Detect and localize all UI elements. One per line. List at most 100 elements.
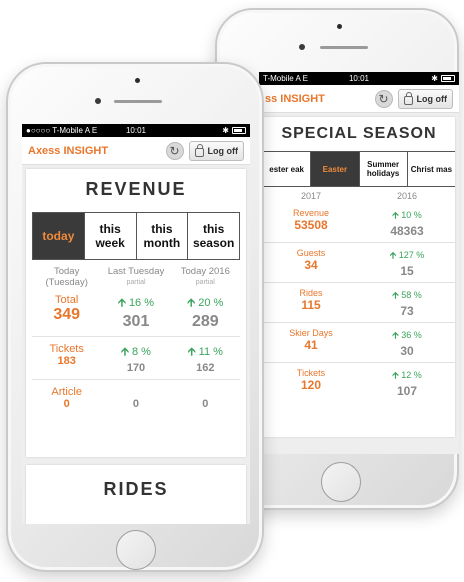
table-row: Article 0 0 0 <box>32 380 240 415</box>
home-button[interactable] <box>321 462 361 502</box>
metric-change: 10 % <box>401 210 422 220</box>
earpiece-speaker <box>320 46 368 49</box>
metric-value: 349 <box>53 306 81 323</box>
tab-ester-eak[interactable]: ester eak <box>263 152 310 186</box>
proximity-sensor <box>135 78 140 83</box>
metric-previous: 73 <box>400 304 414 318</box>
metric-label: Skier Days <box>289 328 333 338</box>
metric-compare: 170 <box>126 362 146 374</box>
metric-label: Tickets <box>49 343 84 355</box>
app-title: ss INSIGHT <box>265 92 325 105</box>
rides-card: RIDES <box>26 465 246 524</box>
arrow-up-icon: 🡩 <box>392 330 399 340</box>
earpiece-speaker <box>114 100 162 103</box>
home-button[interactable] <box>116 530 156 570</box>
status-time: 10:01 <box>125 126 147 135</box>
arrow-up-icon: 🡩 <box>121 346 129 358</box>
status-bar: ●○○○○ T-Mobile A E 10:01 ✱ <box>22 124 250 137</box>
front-phone-screen: ●○○○○ T-Mobile A E 10:01 ✱ Axess INSIGHT… <box>22 124 250 524</box>
tab-today[interactable]: today <box>33 213 84 259</box>
metric-label: Rides <box>299 288 323 298</box>
table-row: Skier Days 41 🡩 36 % 30 <box>263 323 455 363</box>
metric-label: Total <box>55 294 79 306</box>
table-row: Rides 115 🡩 58 % 73 <box>263 283 455 323</box>
special-season-card: SPECIAL SEASON ester eak Easter Summer h… <box>263 117 455 437</box>
metric-label: Guests <box>296 248 326 258</box>
metric-previous: 107 <box>396 384 418 398</box>
tab-christmas[interactable]: Christ mas <box>406 152 455 186</box>
log-off-button[interactable]: Log off <box>188 140 244 161</box>
tab-this-week[interactable]: this week <box>83 213 136 259</box>
log-off-label: Log off <box>207 145 239 156</box>
table-row: Tickets 183 🡩 8 % 170 🡩 11 % 162 <box>32 337 240 380</box>
front-phone: ●○○○○ T-Mobile A E 10:01 ✱ Axess INSIGHT… <box>6 62 264 572</box>
front-camera <box>299 44 305 50</box>
year-previous: 2016 <box>396 191 418 201</box>
battery-icon <box>441 75 455 82</box>
tab-summer-holidays[interactable]: Summer holidays <box>358 152 407 186</box>
metric-compare: 301 <box>122 313 150 330</box>
app-content[interactable]: REVENUE today this week this month this … <box>22 165 250 524</box>
metric-previous: 30 <box>400 344 414 358</box>
year-header: 2017 2016 <box>263 187 455 203</box>
metric-change: 16 % <box>128 297 155 309</box>
metric-compare: 289 <box>191 313 219 330</box>
metric-change: 20 % <box>198 297 224 309</box>
column-header: Today 2016 partial <box>180 266 230 286</box>
metric-label: Tickets <box>296 368 326 378</box>
tab-this-season[interactable]: this season <box>187 213 239 259</box>
metric-change: 8 % <box>131 346 151 358</box>
metric-value: 53508 <box>294 218 328 232</box>
metric-compare: 0 <box>132 398 140 410</box>
metric-label: Revenue <box>292 208 330 218</box>
table-row: Total 349 🡩 16 % 301 🡩 20 % 289 <box>32 288 240 337</box>
period-tabs: today this week this month this season <box>32 212 240 260</box>
arrow-up-icon: 🡩 <box>392 210 399 220</box>
app-content[interactable]: SPECIAL SEASON ester eak Easter Summer h… <box>259 113 459 454</box>
battery-icon <box>232 127 246 134</box>
metric-label: Article <box>51 386 82 398</box>
log-off-label: Log off <box>416 93 448 104</box>
arrow-up-icon: 🡩 <box>187 297 196 309</box>
table-row: Guests 34 🡩 127 % 15 <box>263 243 455 283</box>
tab-easter[interactable]: Easter <box>310 152 359 186</box>
arrow-up-icon: 🡩 <box>392 370 399 380</box>
section-title-rides: RIDES <box>103 479 169 499</box>
tab-this-month[interactable]: this month <box>135 213 188 259</box>
metric-value: 183 <box>57 355 76 367</box>
metric-value: 115 <box>301 298 321 312</box>
back-phone-screen: T-Mobile A E 10:01 ✱ ss INSIGHT ↻ Log of… <box>259 72 459 454</box>
app-header: Axess INSIGHT ↻ Log off <box>22 137 250 165</box>
season-tabs: ester eak Easter Summer holidays Christ … <box>263 151 455 187</box>
table-row: Tickets 120 🡩 12 % 107 <box>263 363 455 402</box>
metric-value: 34 <box>304 258 318 272</box>
metric-previous: 48363 <box>390 224 424 238</box>
metric-change: 11 % <box>198 346 223 358</box>
column-headers: Today (Tuesday) Last Tuesday partial Toda… <box>32 260 240 288</box>
section-title: SPECIAL SEASON <box>281 125 437 142</box>
lock-icon <box>403 91 413 105</box>
metric-change: 12 % <box>401 370 422 380</box>
refresh-icon[interactable]: ↻ <box>374 89 393 108</box>
metric-value: 0 <box>63 398 70 410</box>
metric-compare: 162 <box>196 362 215 374</box>
arrow-up-icon: 🡩 <box>389 250 397 260</box>
proximity-sensor <box>337 24 342 29</box>
metric-compare: 0 <box>202 398 209 410</box>
column-header: Last Tuesday partial <box>107 266 165 286</box>
status-time: 10:01 <box>348 74 370 83</box>
lock-icon <box>194 143 204 157</box>
arrow-up-icon: 🡩 <box>117 297 126 309</box>
refresh-icon[interactable]: ↻ <box>165 141 184 160</box>
arrow-up-icon: 🡩 <box>187 346 196 358</box>
year-current: 2017 <box>300 191 322 201</box>
front-camera <box>95 98 101 104</box>
status-bar: T-Mobile A E 10:01 ✱ <box>259 72 459 85</box>
log-off-button[interactable]: Log off <box>397 88 453 109</box>
arrow-up-icon: 🡩 <box>392 290 399 300</box>
app-header: ss INSIGHT ↻ Log off <box>259 85 459 113</box>
section-title: REVENUE <box>85 179 187 199</box>
table-row: Revenue 53508 🡩 10 % 48363 <box>263 203 455 243</box>
column-header: Today (Tuesday) <box>45 266 88 288</box>
metric-value: 41 <box>304 338 318 352</box>
